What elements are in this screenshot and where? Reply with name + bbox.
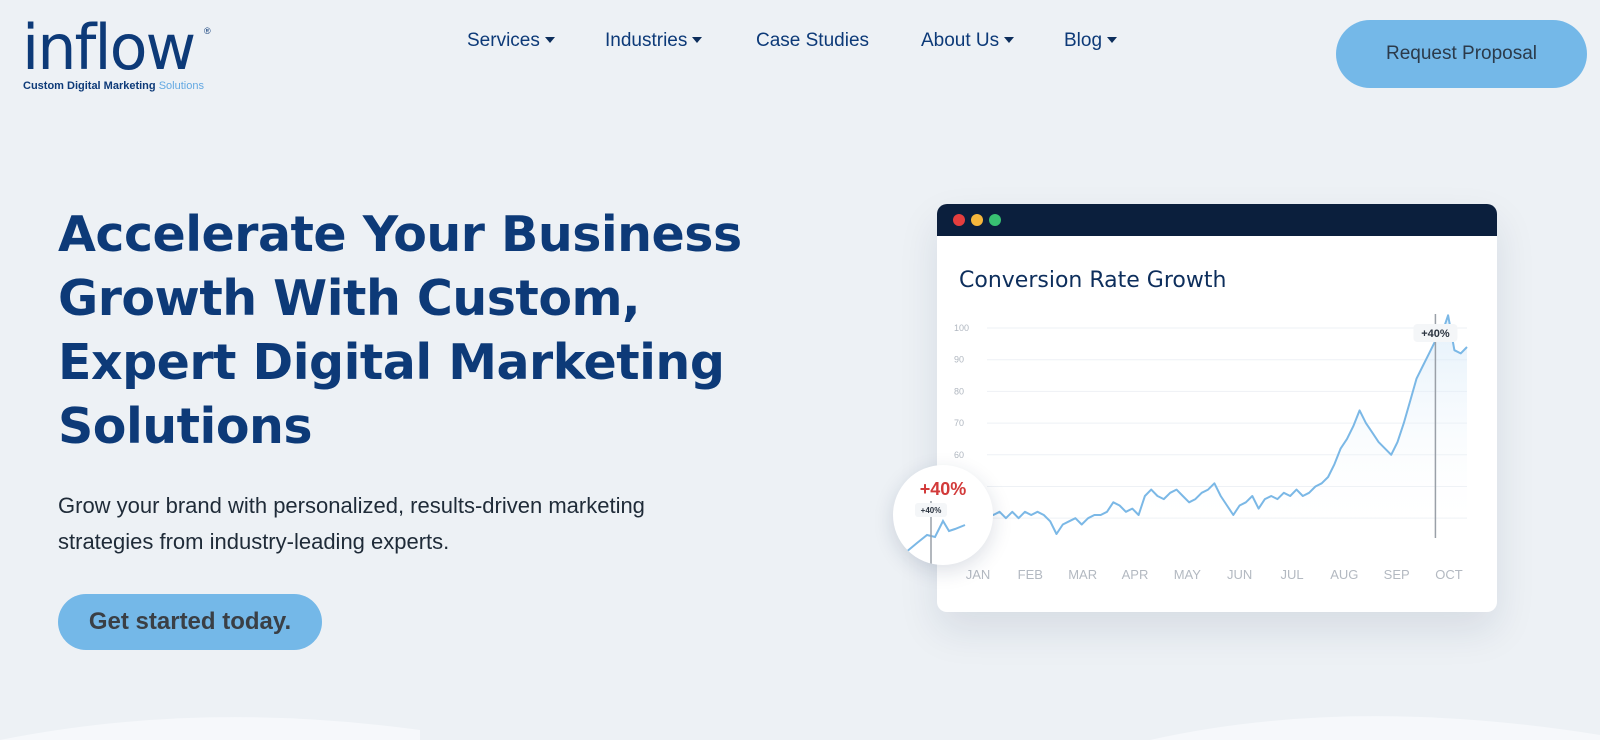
hero-subtitle: Grow your brand with personalized, resul… [58, 493, 645, 554]
x-tick-label: JUN [1227, 567, 1252, 582]
chart-card: Conversion Rate Growth 405060708090100+4… [937, 204, 1497, 612]
zoom-annotation-label: +40% [921, 506, 942, 515]
zoom-series-line [904, 518, 966, 554]
get-started-button[interactable]: Get started today. [58, 594, 322, 650]
caret-down-icon [1107, 37, 1118, 43]
nav-item-about-us[interactable]: About Us [921, 30, 1015, 52]
x-tick-label: AUG [1330, 567, 1358, 582]
x-tick-label: OCT [1435, 567, 1463, 582]
nav-item-case-studies[interactable]: Case Studies [756, 30, 869, 52]
logo-tagline-main: Custom Digital Marketing [23, 80, 156, 92]
x-tick-label: MAR [1068, 567, 1097, 582]
x-tick-label: APR [1122, 567, 1149, 582]
nav-item-label: Industries [605, 30, 688, 51]
nav-item-label: Blog [1064, 30, 1103, 51]
decorative-wave [0, 716, 1600, 740]
x-tick-label: SEP [1384, 567, 1410, 582]
logo-word: inflow [22, 16, 196, 80]
x-tick-label: FEB [1018, 567, 1043, 582]
y-tick-label: 70 [954, 418, 964, 428]
y-tick-label: 100 [954, 323, 969, 333]
zoom-mini-chart: +40% [904, 501, 966, 565]
series-area [987, 315, 1467, 534]
x-tick-label: JUL [1280, 567, 1303, 582]
zoom-bubble: +40% +40% [893, 465, 993, 565]
y-tick-label: 60 [954, 450, 964, 460]
nav-item-label: About Us [921, 30, 1000, 51]
registered-mark: ® [204, 26, 211, 36]
caret-down-icon [692, 37, 703, 43]
nav-item-services[interactable]: Services [467, 30, 555, 52]
y-tick-label: 90 [954, 355, 964, 365]
caret-down-icon [544, 37, 555, 43]
logo-tagline-accent: Solutions [158, 80, 204, 92]
logo-tagline: Custom Digital Marketing Solutions [23, 80, 204, 92]
nav-item-industries[interactable]: Industries [605, 30, 703, 52]
x-tick-label: JAN [966, 567, 991, 582]
request-proposal-button[interactable]: Request Proposal [1336, 20, 1587, 88]
nav-item-label: Services [467, 30, 540, 51]
caret-down-icon [1004, 37, 1015, 43]
logo[interactable]: inflow ® Custom Digital Marketing Soluti… [22, 16, 222, 96]
logo-word-text: inflow [22, 11, 196, 84]
nav-item-blog[interactable]: Blog [1064, 30, 1118, 52]
nav-item-label: Case Studies [756, 30, 870, 51]
hero-title: Accelerate Your Business Growth With Cus… [58, 206, 742, 455]
annotation-label: +40% [1421, 328, 1450, 340]
conversion-chart: 405060708090100+40%JANFEBMARAPRMAYJUNJUL… [954, 314, 1468, 582]
y-tick-label: 80 [954, 386, 964, 396]
x-tick-label: MAY [1174, 567, 1202, 582]
